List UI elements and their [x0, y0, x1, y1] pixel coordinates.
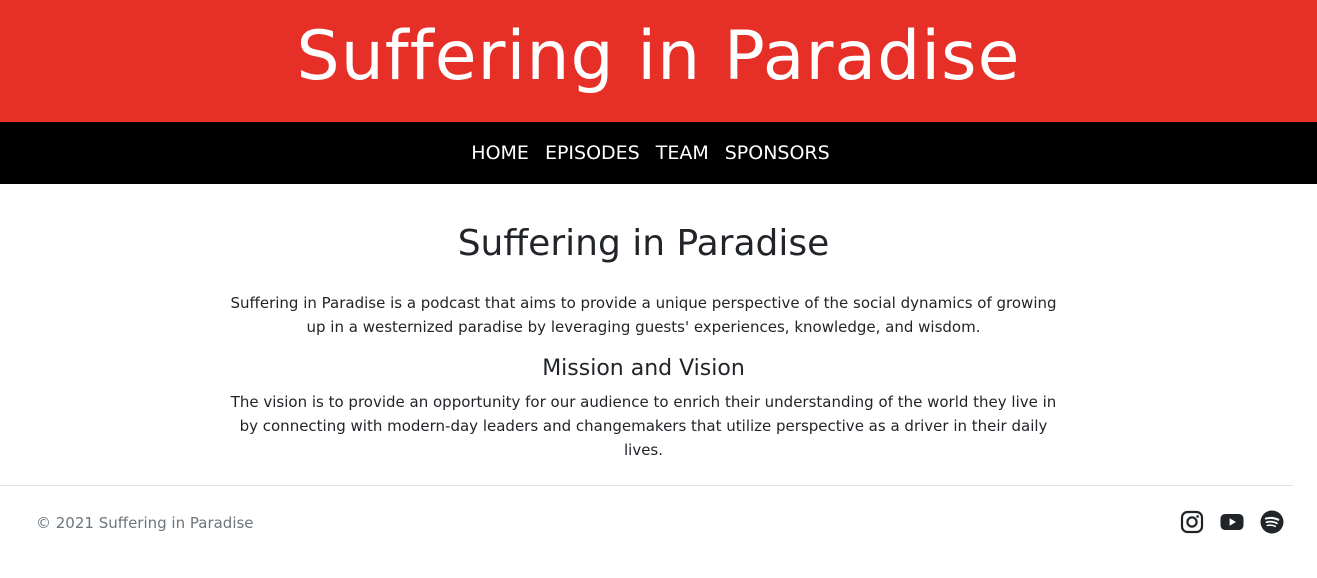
intro-paragraph: Suffering in Paradise is a podcast that …	[230, 294, 1057, 337]
nav-list: HOME EPISODES TEAM SPONSORS	[463, 142, 837, 164]
spotify-icon[interactable]	[1260, 510, 1284, 534]
site-footer: © 2021 Suffering in Paradise	[0, 486, 1317, 578]
instagram-icon[interactable]	[1180, 510, 1204, 534]
site-banner: Suffering in Paradise	[0, 0, 1317, 122]
page-title: Suffering in Paradise	[457, 223, 830, 264]
site-title: Suffering in Paradise	[296, 17, 1021, 96]
mission-heading: Mission and Vision	[542, 356, 745, 382]
vision-paragraph: The vision is to provide an opportunity …	[230, 392, 1057, 459]
nav-item-episodes[interactable]: EPISODES	[537, 142, 648, 164]
nav-item-team[interactable]: TEAM	[648, 142, 717, 164]
main-nav: HOME EPISODES TEAM SPONSORS	[0, 122, 1317, 184]
social-links	[1180, 510, 1284, 534]
copyright-text: © 2021 Suffering in Paradise	[36, 514, 254, 532]
youtube-icon[interactable]	[1220, 510, 1244, 534]
nav-item-home[interactable]: HOME	[463, 142, 537, 164]
nav-item-sponsors[interactable]: SPONSORS	[717, 142, 838, 164]
main-content: Suffering in Paradise Suffering in Parad…	[0, 184, 1317, 462]
